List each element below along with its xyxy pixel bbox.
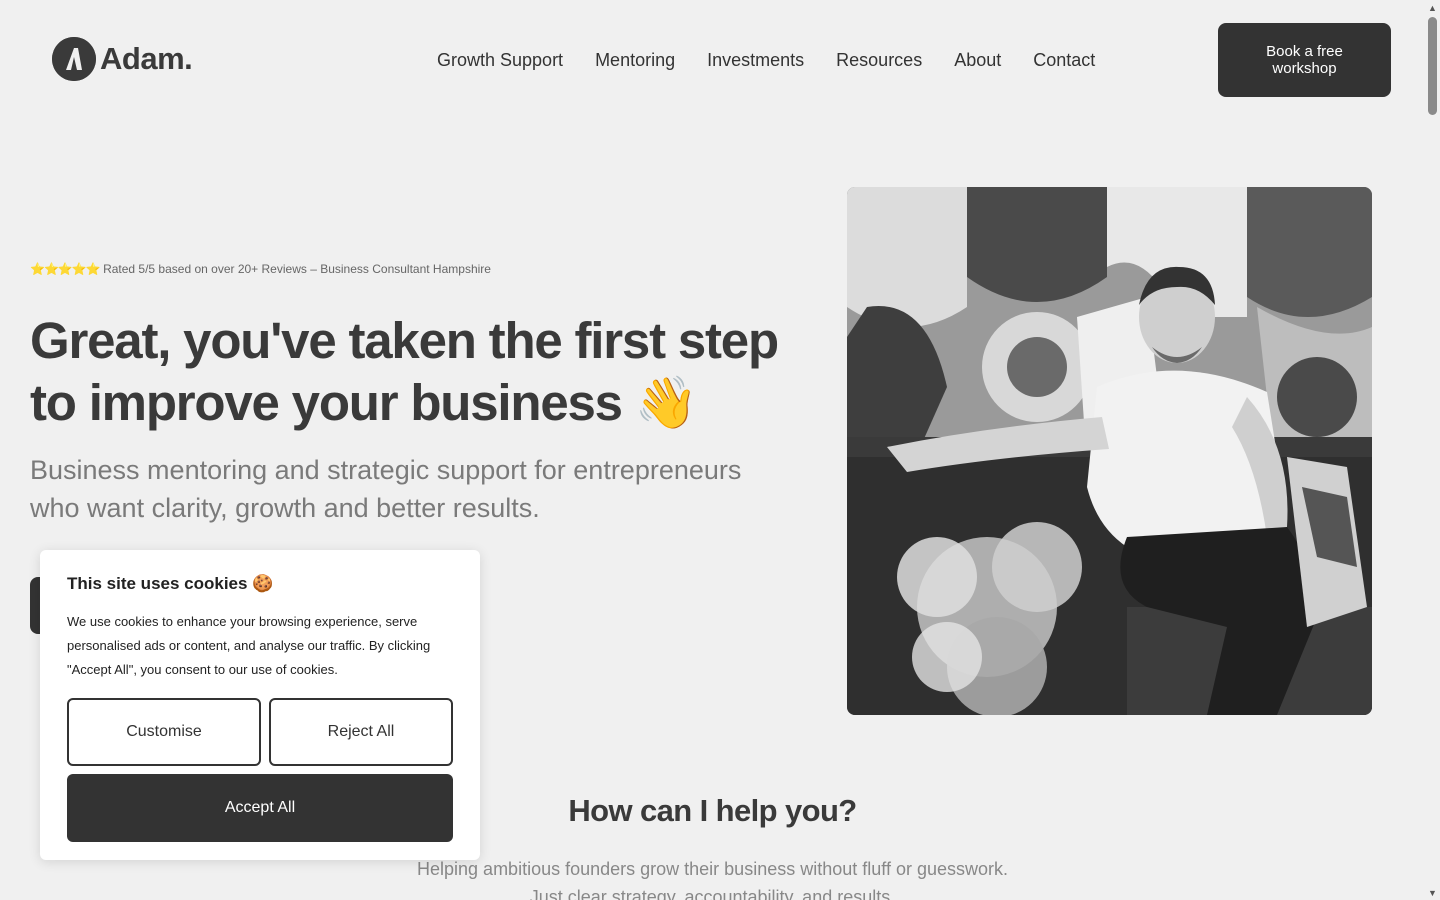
book-workshop-button[interactable]: Book a free workshop — [1218, 23, 1391, 97]
nav-item-about[interactable]: About — [954, 48, 1001, 72]
accept-all-button[interactable]: Accept All — [67, 774, 453, 842]
chevron-down-icon[interactable]: ▼ — [1425, 885, 1440, 900]
rating-text: Rated 5/5 based on over 20+ Reviews – Bu… — [103, 262, 491, 276]
page: Adam. Growth Support Mentoring Investmen… — [0, 0, 1425, 900]
nav-item-growth-support[interactable]: Growth Support — [437, 48, 563, 72]
reject-all-button[interactable]: Reject All — [269, 698, 453, 766]
brand-name: Adam. — [100, 41, 193, 76]
logo-a-mark-icon — [52, 37, 96, 81]
hero-title: Great, you've taken the first step to im… — [30, 310, 790, 434]
cookie-title-text: This site uses cookies — [67, 574, 248, 593]
main-nav: Growth Support Mentoring Investments Res… — [437, 48, 1095, 72]
customise-button[interactable]: Customise — [67, 698, 261, 766]
cookie-description: We use cookies to enhance your browsing … — [67, 614, 431, 677]
cookie-icon: 🍪 — [252, 574, 274, 593]
rating-stars: ⭐⭐⭐⭐⭐ — [30, 262, 101, 276]
wave-hand-icon: 👋 — [634, 374, 699, 431]
nav-item-resources[interactable]: Resources — [836, 48, 922, 72]
hero-portrait-image — [847, 187, 1372, 715]
help-section-subtitle: Helping ambitious founders grow their bu… — [0, 855, 1425, 900]
nav-item-investments[interactable]: Investments — [707, 48, 804, 72]
scrollbar-thumb[interactable] — [1428, 17, 1437, 115]
page-scrollbar[interactable]: ▲ ▼ — [1425, 0, 1440, 900]
rating-line: ⭐⭐⭐⭐⭐ Rated 5/5 based on over 20+ Review… — [30, 262, 491, 276]
cookie-button-row: Customise Reject All — [67, 698, 453, 766]
help-line-2: Just clear strategy, accountability, and… — [529, 887, 896, 900]
chevron-up-icon[interactable]: ▲ — [1425, 0, 1440, 15]
nav-item-contact[interactable]: Contact — [1033, 48, 1095, 72]
cookie-banner: This site uses cookies 🍪 We use cookies … — [40, 550, 480, 860]
cookie-title: This site uses cookies 🍪 — [67, 574, 453, 594]
hero-subtitle: Business mentoring and strategic support… — [30, 455, 742, 523]
brand-logo[interactable]: Adam. — [52, 37, 193, 81]
nav-item-mentoring[interactable]: Mentoring — [595, 48, 675, 72]
